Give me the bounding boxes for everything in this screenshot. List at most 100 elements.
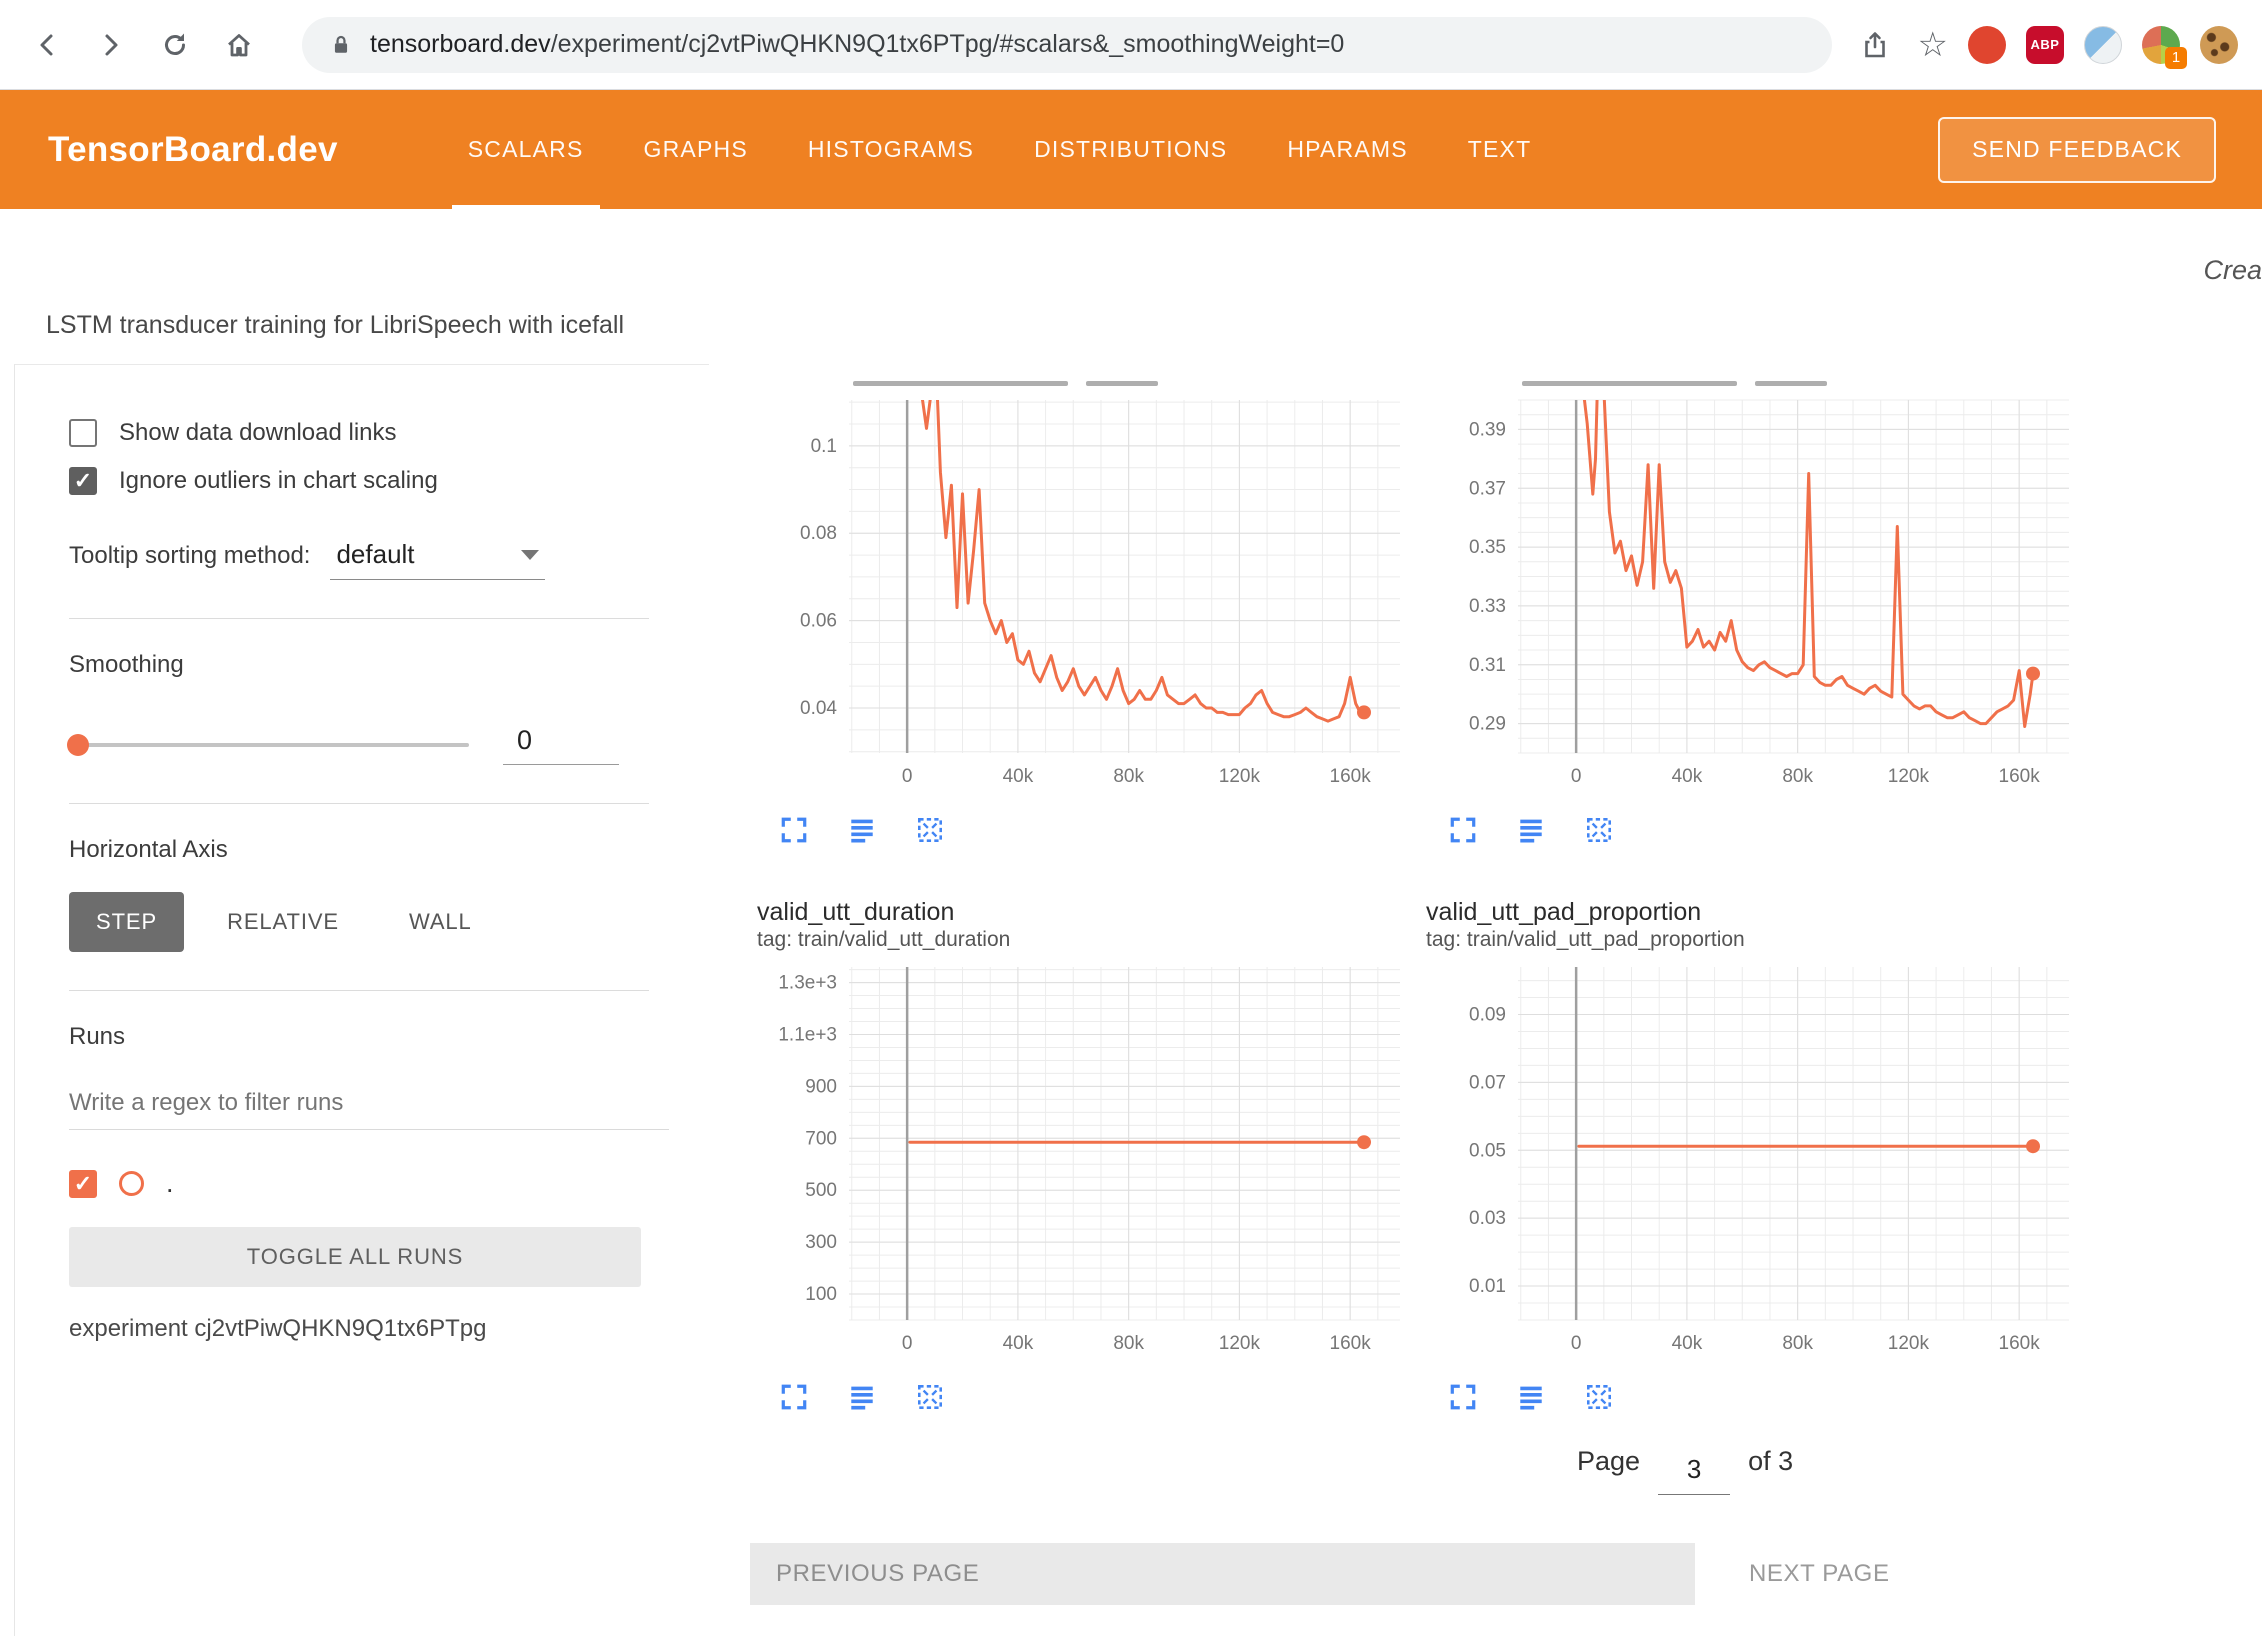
tab-scalars[interactable]: SCALARS [438, 90, 614, 209]
chart-toolbar [757, 1382, 1412, 1412]
tab-graphs[interactable]: GRAPHS [614, 90, 778, 209]
axis-step-button[interactable]: STEP [69, 892, 184, 952]
run-name: . [166, 1168, 174, 1199]
data-table-icon[interactable] [847, 1382, 877, 1412]
fit-domain-icon[interactable] [915, 1382, 945, 1412]
svg-text:0.39: 0.39 [1469, 419, 1506, 440]
data-table-icon[interactable] [1516, 815, 1546, 845]
notification-badge: 1 [2165, 47, 2187, 69]
runs-label: Runs [69, 1023, 669, 1051]
fullscreen-icon[interactable] [1448, 815, 1478, 845]
charts-panel: 040k80k120k160k0.040.060.080.1 040k80k12… [709, 364, 2262, 1636]
svg-text:160k: 160k [1330, 766, 1372, 787]
svg-text:120k: 120k [1219, 766, 1261, 787]
fullscreen-icon[interactable] [1448, 1382, 1478, 1412]
axis-wall-button[interactable]: WALL [382, 892, 499, 952]
toggle-all-runs-button[interactable]: TOGGLE ALL RUNS [69, 1227, 641, 1287]
send-feedback-button[interactable]: SEND FEEDBACK [1938, 117, 2216, 183]
fullscreen-icon[interactable] [779, 815, 809, 845]
scalar-chart[interactable]: 040k80k120k160k0.010.030.050.070.09 [1426, 953, 2081, 1368]
run-checkbox[interactable]: ✓ [69, 1170, 97, 1198]
profile-avatar-icon[interactable]: 1 [2142, 26, 2180, 64]
svg-text:80k: 80k [1782, 766, 1813, 787]
data-table-icon[interactable] [1516, 1382, 1546, 1412]
tab-hparams[interactable]: HPARAMS [1257, 90, 1437, 209]
home-icon[interactable] [216, 22, 262, 68]
fit-domain-icon[interactable] [915, 815, 945, 845]
run-list-item: ✓ . [69, 1168, 669, 1199]
svg-text:120k: 120k [1888, 766, 1930, 787]
chevron-down-icon [521, 550, 539, 560]
chart-card: valid_utt_pad_proportion tag: train/vali… [1426, 897, 2081, 1412]
horizontal-axis-label: Horizontal Axis [69, 836, 669, 864]
scalar-chart[interactable]: 040k80k120k160k0.040.060.080.1 [757, 386, 1412, 801]
divider [69, 990, 649, 991]
chart-tag: tag: train/valid_utt_pad_proportion [1426, 927, 2081, 953]
tensorboard-header: TensorBoard.dev SCALARS GRAPHS HISTOGRAM… [0, 90, 2262, 209]
tab-histograms[interactable]: HISTOGRAMS [778, 90, 1004, 209]
lock-icon[interactable] [328, 32, 354, 58]
tooltip-sorting-value: default [336, 539, 414, 570]
smoothing-slider-thumb[interactable] [67, 734, 89, 756]
address-bar[interactable]: tensorboard.dev/experiment/cj2vtPiwQHKN9… [302, 17, 1832, 73]
chart-title: valid_utt_pad_proportion [1426, 897, 2081, 927]
bookmark-star-icon[interactable]: ☆ [1918, 28, 1948, 62]
fit-domain-icon[interactable] [1584, 815, 1614, 845]
svg-text:700: 700 [805, 1128, 837, 1149]
experiment-description: LSTM transducer training for LibriSpeech… [46, 311, 624, 340]
experiment-subheader: Crea LSTM transducer training for LibriS… [0, 209, 2262, 364]
svg-text:0.03: 0.03 [1469, 1208, 1506, 1229]
tab-text[interactable]: TEXT [1438, 90, 1562, 209]
clipped-chart-title-sliver [757, 378, 1412, 386]
svg-text:80k: 80k [1113, 1333, 1144, 1354]
blue-extension-icon[interactable] [2084, 26, 2122, 64]
fullscreen-icon[interactable] [779, 1382, 809, 1412]
divider [69, 803, 649, 804]
tooltip-sorting-dropdown[interactable]: default [330, 539, 545, 580]
show-download-links-label: Show data download links [119, 419, 397, 447]
svg-text:0.08: 0.08 [800, 523, 837, 544]
smoothing-value-input[interactable]: 0 [503, 725, 619, 765]
pagination: Page 3 of 3 [1577, 1446, 1793, 1487]
svg-text:0.1: 0.1 [811, 436, 837, 457]
reload-icon[interactable] [152, 22, 198, 68]
axis-relative-button[interactable]: RELATIVE [200, 892, 366, 952]
chart-toolbar [757, 815, 1412, 845]
abp-extension-icon[interactable]: ABP [2026, 26, 2064, 64]
svg-text:0.01: 0.01 [1469, 1276, 1506, 1297]
adblocker-extension-icon[interactable] [1968, 26, 2006, 64]
ignore-outliers-checkbox[interactable]: ✓ [69, 467, 97, 495]
browser-actions: ☆ ABP 1 [1852, 22, 2238, 68]
runs-filter-input[interactable] [69, 1083, 669, 1130]
svg-text:500: 500 [805, 1180, 837, 1201]
fit-domain-icon[interactable] [1584, 1382, 1614, 1412]
svg-text:0.31: 0.31 [1469, 655, 1506, 676]
scalar-chart[interactable]: 040k80k120k160k1003005007009001.1e+31.3e… [757, 953, 1412, 1368]
svg-text:0.29: 0.29 [1469, 714, 1506, 735]
tab-distributions[interactable]: DISTRIBUTIONS [1004, 90, 1257, 209]
svg-text:0.04: 0.04 [800, 698, 837, 719]
cookie-extension-icon[interactable] [2200, 26, 2238, 64]
svg-text:0.05: 0.05 [1469, 1140, 1506, 1161]
settings-sidebar: Show data download links ✓ Ignore outlie… [14, 364, 709, 1636]
svg-text:0.09: 0.09 [1469, 1005, 1506, 1026]
next-page-button[interactable]: NEXT PAGE [1739, 1560, 1900, 1588]
clipped-chart-title-sliver [1426, 378, 2081, 386]
previous-page-button[interactable]: PREVIOUS PAGE [750, 1543, 1695, 1605]
show-download-links-checkbox[interactable] [69, 419, 97, 447]
svg-text:1.1e+3: 1.1e+3 [778, 1024, 837, 1045]
app-logo: TensorBoard.dev [48, 130, 338, 170]
svg-text:80k: 80k [1113, 766, 1144, 787]
forward-icon[interactable] [88, 22, 134, 68]
data-table-icon[interactable] [847, 815, 877, 845]
svg-text:160k: 160k [1330, 1333, 1372, 1354]
scalar-chart[interactable]: 040k80k120k160k0.290.310.330.350.370.39 [1426, 386, 2081, 801]
page-number-input[interactable]: 3 [1658, 1454, 1730, 1495]
back-icon[interactable] [24, 22, 70, 68]
url-path: /experiment/cj2vtPiwQHKN9Q1tx6PTpg/#scal… [551, 30, 1345, 58]
smoothing-slider[interactable] [69, 743, 469, 747]
svg-text:120k: 120k [1888, 1333, 1930, 1354]
share-icon[interactable] [1852, 22, 1898, 68]
url-domain: tensorboard.dev [370, 30, 551, 58]
tooltip-sorting-label: Tooltip sorting method: [69, 542, 310, 570]
